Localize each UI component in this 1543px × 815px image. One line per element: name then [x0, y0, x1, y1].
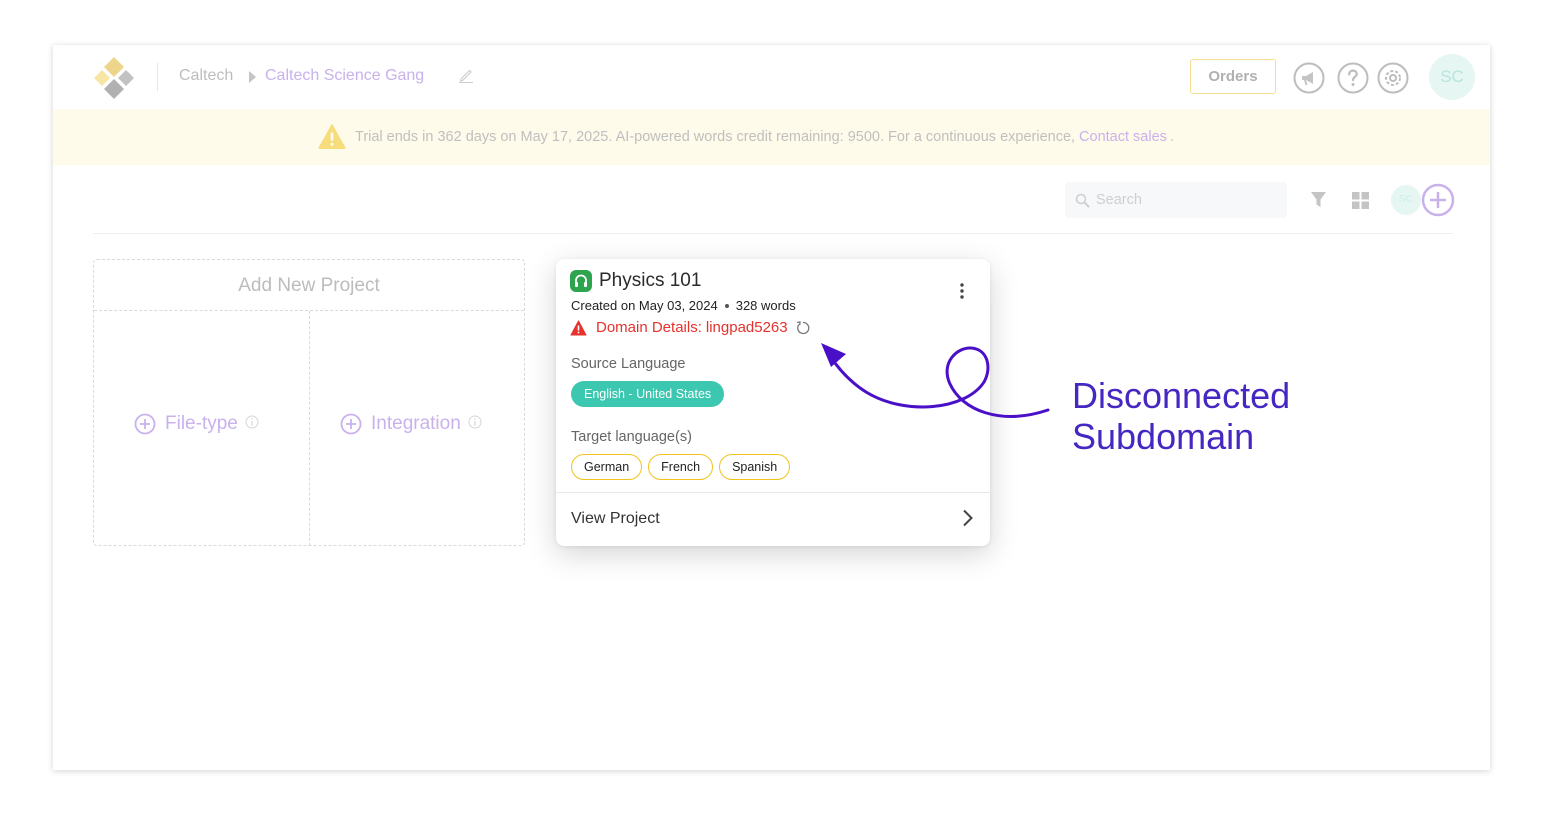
banner-trailing: . [1169, 129, 1174, 145]
info-icon[interactable] [245, 415, 259, 429]
breadcrumb-caret-icon [249, 71, 256, 83]
orders-button[interactable]: Orders [1190, 59, 1276, 94]
announcement-icon[interactable] [1293, 62, 1325, 94]
project-card[interactable]: Physics 101 Created on May 03, 2024 328 … [556, 259, 990, 546]
grid-view-icon[interactable] [1352, 192, 1369, 209]
source-language-heading: Source Language [571, 356, 686, 372]
add-integration-option[interactable]: Integration [340, 413, 482, 435]
chevron-right-icon [963, 509, 973, 527]
search-box [1065, 182, 1287, 218]
filter-icon[interactable] [1310, 191, 1327, 209]
view-project-label: View Project [571, 510, 660, 527]
target-language-chip: Spanish [719, 454, 791, 480]
info-icon[interactable] [468, 415, 482, 429]
plus-circle-icon [134, 413, 156, 435]
refresh-icon[interactable] [795, 320, 811, 336]
integration-label: Integration [371, 413, 461, 434]
add-member-icon[interactable] [1421, 183, 1455, 217]
project-title[interactable]: Physics 101 [599, 270, 701, 292]
file-type-label: File-type [165, 413, 238, 434]
meta-separator [724, 303, 729, 308]
add-panel-divider [309, 311, 310, 546]
settings-gear-icon[interactable] [1377, 62, 1409, 94]
search-input[interactable] [1096, 182, 1281, 218]
add-new-project-panel: Add New Project File-type Integration [93, 259, 525, 546]
domain-name: lingpad5263 [705, 319, 788, 336]
target-language-chip: French [648, 454, 714, 480]
domain-details: Domain Details: lingpad5263 [570, 319, 811, 336]
help-icon[interactable] [1337, 62, 1369, 94]
banner-content: Trial ends in 362 days on May 17, 2025. … [318, 123, 1174, 151]
edit-pencil-icon[interactable] [457, 66, 475, 84]
source-language-chip: English - United States [571, 381, 725, 407]
plus-circle-icon [340, 413, 362, 435]
more-options-icon[interactable] [952, 281, 972, 301]
breadcrumb-root[interactable]: Caltech [179, 67, 233, 85]
target-language-chip: German [571, 454, 643, 480]
trial-banner: Trial ends in 362 days on May 17, 2025. … [53, 109, 1490, 165]
member-avatar[interactable]: SC [1391, 185, 1421, 215]
toolbar-divider [93, 233, 1453, 234]
logo-icon[interactable] [91, 55, 137, 101]
warning-icon [318, 124, 346, 149]
contact-sales-link[interactable]: Contact sales [1079, 129, 1167, 145]
alert-triangle-icon [570, 320, 587, 335]
banner-message: Trial ends in 362 days on May 17, 2025. … [355, 129, 1076, 145]
top-header: Caltech Caltech Science Gang Orders SC [53, 45, 1490, 109]
audio-project-icon [570, 270, 592, 292]
annotation-line-1: Disconnected [1072, 375, 1291, 416]
user-avatar[interactable]: SC [1429, 54, 1475, 100]
add-project-title: Add New Project [94, 260, 524, 311]
word-count: 328 words [735, 298, 796, 313]
search-icon [1075, 193, 1090, 208]
header-divider [157, 63, 158, 91]
add-file-type-option[interactable]: File-type [134, 413, 259, 435]
domain-label: Domain Details: [596, 319, 702, 336]
annotation-line-2: Subdomain [1072, 416, 1255, 457]
breadcrumb-current: Caltech Science Gang [265, 67, 425, 84]
target-language-list: German French Spanish [571, 454, 796, 480]
view-project-link[interactable]: View Project [556, 493, 990, 546]
created-date: Created on May 03, 2024 [571, 298, 718, 313]
project-meta: Created on May 03, 2024 328 words [571, 298, 796, 313]
target-language-heading: Target language(s) [571, 429, 692, 445]
annotation-label: Disconnected Subdomain [1072, 375, 1290, 457]
